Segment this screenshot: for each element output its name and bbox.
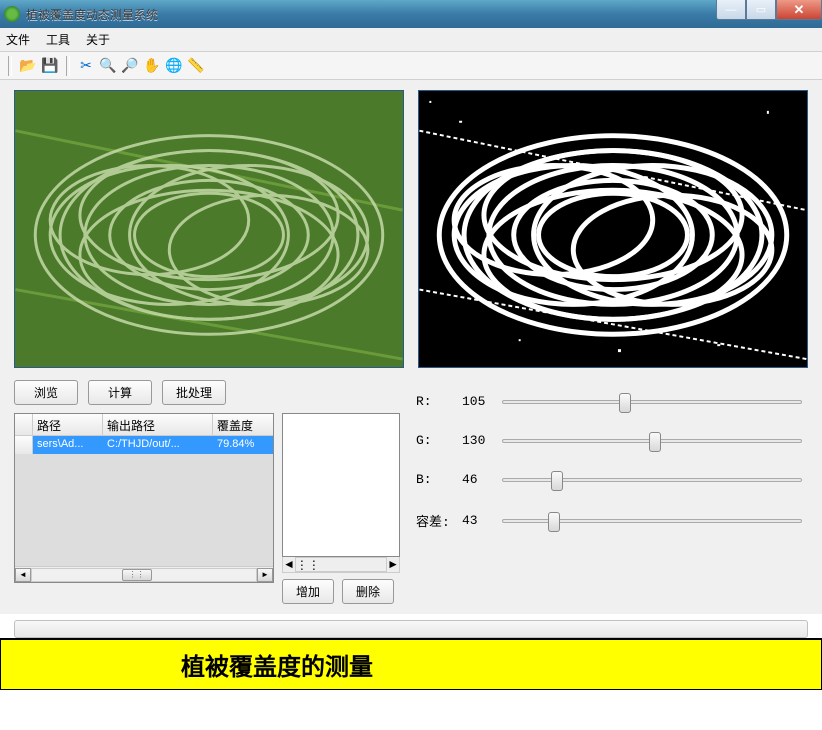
slider-g: G: 130 [416,433,802,448]
browse-button[interactable]: 浏览 [14,380,78,405]
content-area: 浏览 计算 批处理 路径 输出路径 覆盖度 sers\Ad... [0,80,822,614]
menu-about[interactable]: 关于 [86,31,110,48]
cell-coverage: 79.84% [213,436,273,454]
cell-path: sers\Ad... [33,436,103,454]
menu-tools[interactable]: 工具 [46,31,70,48]
toolbar-separator [66,56,70,76]
scroll-thumb[interactable]: ⋮⋮ [296,558,326,572]
slider-r: R: 105 [416,394,802,409]
table-preview-row: 路径 输出路径 覆盖度 sers\Ad... C:/THJD/out/... 7… [14,413,402,604]
titlebar: 植被覆盖度动态测量系统 — ▭ ✕ [0,0,822,28]
scroll-thumb[interactable]: ⋮⋮ [122,569,152,581]
scroll-right-icon[interactable]: ► [387,557,399,572]
scroll-right-icon[interactable]: ► [257,568,273,582]
preview-column: ◄ ⋮⋮ ► 增加 删除 [282,413,400,604]
scissors-icon[interactable]: ✂ [78,58,94,74]
slider-g-value: 130 [462,433,494,448]
table-header: 路径 输出路径 覆盖度 [15,414,273,436]
slider-g-track[interactable] [502,439,802,443]
toolbar-separator [8,56,12,76]
image-row [14,90,808,368]
scroll-track[interactable]: ⋮⋮ [295,557,387,572]
slider-thumb[interactable] [649,432,661,452]
th-path[interactable]: 路径 [33,414,103,435]
minimize-button[interactable]: — [716,0,746,20]
slider-tol-track[interactable] [502,519,802,523]
row-handle [15,436,33,454]
compute-button[interactable]: 计算 [88,380,152,405]
footer-caption: 植被覆盖度的测量 [181,647,373,682]
ruler-icon[interactable]: 📏 [188,58,204,74]
preview-buttons: 增加 删除 [282,579,400,604]
close-button[interactable]: ✕ [776,0,822,20]
menu-file[interactable]: 文件 [6,31,30,48]
preview-hscroll[interactable]: ◄ ⋮⋮ ► [282,557,400,573]
scroll-left-icon[interactable]: ◄ [15,568,31,582]
preview-panel[interactable] [282,413,400,557]
add-button[interactable]: 增加 [282,579,334,604]
slider-thumb[interactable] [551,471,563,491]
zoom-out-icon[interactable]: 🔎 [122,58,138,74]
table-hscroll[interactable]: ◄ ⋮⋮ ► [15,566,273,582]
results-table[interactable]: 路径 输出路径 覆盖度 sers\Ad... C:/THJD/out/... 7… [14,413,274,583]
table-row[interactable]: sers\Ad... C:/THJD/out/... 79.84% [15,436,273,454]
slider-g-label: G: [416,433,462,448]
scroll-track[interactable]: ⋮⋮ [31,568,257,582]
slider-r-value: 105 [462,394,494,409]
hand-icon[interactable]: ✋ [144,58,160,74]
slider-r-label: R: [416,394,462,409]
slider-tol-value: 43 [462,513,494,528]
statusbar [14,620,808,638]
slider-b: B: 46 [416,472,802,487]
toolbar: 📂 💾 ✂ 🔍 🔎 ✋ 🌐 📏 [0,52,822,80]
delete-button[interactable]: 删除 [342,579,394,604]
source-image-panel[interactable] [14,90,404,368]
table-body: sers\Ad... C:/THJD/out/... 79.84% [15,436,273,566]
globe-icon[interactable]: 🌐 [166,58,182,74]
th-blank [15,414,33,435]
batch-button[interactable]: 批处理 [162,380,226,405]
sliders-panel: R: 105 G: 130 B: 46 容差: 43 [416,380,802,604]
action-buttons: 浏览 计算 批处理 [14,380,402,405]
left-column: 浏览 计算 批处理 路径 输出路径 覆盖度 sers\Ad... [14,380,402,604]
window-controls: — ▭ ✕ [716,0,822,20]
save-icon[interactable]: 💾 [42,58,58,74]
slider-b-value: 46 [462,472,494,487]
footer-banner: 植被覆盖度的测量 [0,638,822,690]
slider-b-track[interactable] [502,478,802,482]
scroll-left-icon[interactable]: ◄ [283,557,295,572]
slider-thumb[interactable] [619,393,631,413]
open-folder-icon[interactable]: 📂 [20,58,36,74]
slider-thumb[interactable] [548,512,560,532]
window-title: 植被覆盖度动态测量系统 [26,6,158,23]
slider-r-track[interactable] [502,400,802,404]
slider-tolerance: 容差: 43 [416,511,802,530]
controls-row: 浏览 计算 批处理 路径 输出路径 覆盖度 sers\Ad... [14,380,808,604]
th-coverage[interactable]: 覆盖度 [213,414,273,435]
cell-outpath: C:/THJD/out/... [103,436,213,454]
th-outpath[interactable]: 输出路径 [103,414,213,435]
maximize-button[interactable]: ▭ [746,0,776,20]
slider-b-label: B: [416,472,462,487]
zoom-in-icon[interactable]: 🔍 [100,58,116,74]
binary-image-panel[interactable] [418,90,808,368]
slider-tol-label: 容差: [416,511,462,530]
menubar: 文件 工具 关于 [0,28,822,52]
app-icon [4,6,20,22]
